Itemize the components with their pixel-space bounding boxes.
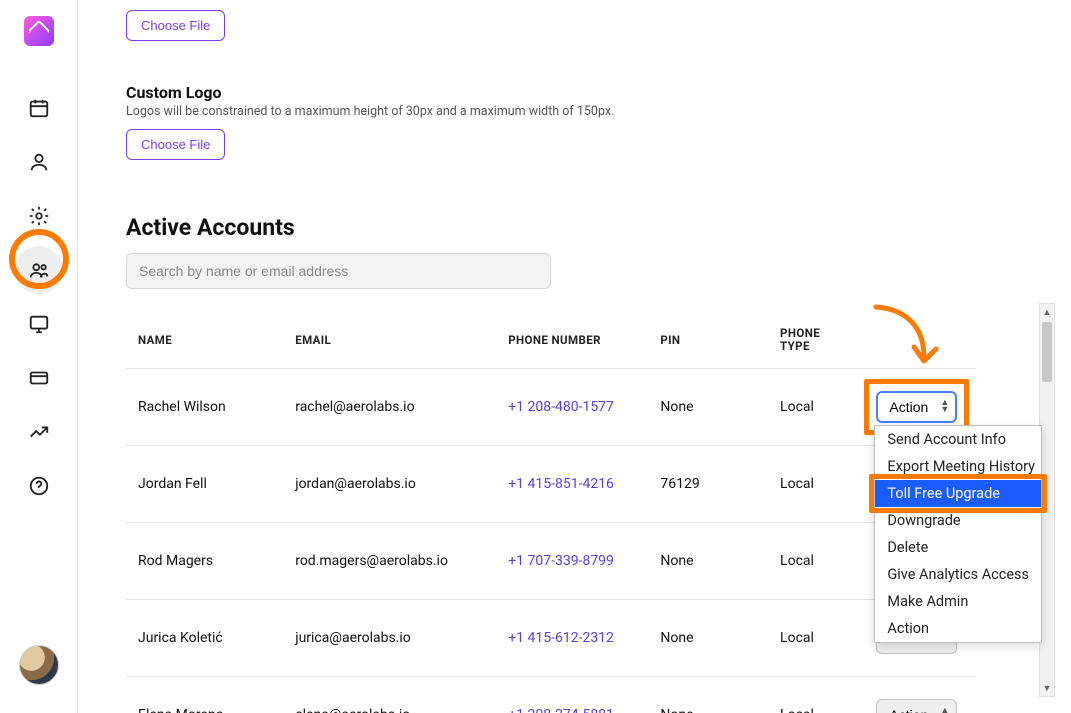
sidebar-item-help[interactable] (15, 462, 63, 510)
sidebar-item-trend[interactable] (15, 408, 63, 456)
sidebar-item-settings[interactable] (15, 192, 63, 240)
choose-file-button-favicon[interactable]: Choose File (126, 10, 225, 41)
table-row: Jurica Koletićjurica@aerolabs.io +1 415-6… (126, 600, 976, 677)
trend-icon (28, 421, 50, 443)
phone-link[interactable]: +1 707-339-8799 (508, 553, 614, 569)
cell-phone-type: Local (768, 677, 864, 713)
dropdown-item[interactable]: Give Analytics Access (875, 561, 1041, 588)
person-icon (28, 151, 50, 173)
phone-link[interactable]: +1 208-274-5881 (508, 707, 614, 713)
cell-pin: None (648, 369, 768, 446)
phone-link[interactable]: +1 208-480-1577 (508, 399, 614, 415)
dropdown-item[interactable]: Delete (875, 534, 1041, 561)
cell-phone: +1 415-851-4216 (496, 446, 648, 523)
cell-phone-type: Local (768, 600, 864, 677)
cell-name: Jurica Koletić (126, 600, 283, 677)
col-pin: PIN (648, 303, 768, 369)
scroll-down-button[interactable]: ▼ (1040, 680, 1054, 696)
sidebar-item-monitor[interactable] (15, 300, 63, 348)
cell-pin: 76129 (648, 446, 768, 523)
cell-email: elena@aerolabs.io (283, 677, 496, 713)
cell-phone-type: Local (768, 369, 864, 446)
action-select[interactable]: Action (876, 391, 957, 423)
cell-email: jurica@aerolabs.io (283, 600, 496, 677)
phone-link[interactable]: +1 415-851-4216 (508, 476, 614, 492)
accounts-table: NAME EMAIL PHONE NUMBER PIN PHONE TYPE R… (126, 303, 976, 713)
table-row: Elena Morenoelena@aerolabs.io +1 208-274-… (126, 677, 976, 713)
col-phone-type: PHONE TYPE (768, 303, 864, 369)
cell-phone: +1 208-480-1577 (496, 369, 648, 446)
col-action (864, 303, 976, 369)
scroll-up-button[interactable]: ▲ (1040, 304, 1054, 320)
cell-phone: +1 415-612-2312 (496, 600, 648, 677)
users-icon (28, 259, 50, 281)
cell-name: Rachel Wilson (126, 369, 283, 446)
sidebar (0, 0, 78, 713)
cell-phone: +1 707-339-8799 (496, 523, 648, 600)
gear-icon (28, 205, 50, 227)
col-name: NAME (126, 303, 283, 369)
sidebar-item-users[interactable] (15, 246, 63, 294)
search-input[interactable] (126, 253, 551, 289)
cell-name: Jordan Fell (126, 446, 283, 523)
cell-pin: None (648, 523, 768, 600)
table-header-row: NAME EMAIL PHONE NUMBER PIN PHONE TYPE (126, 303, 976, 369)
action-dropdown: Send Account InfoExport Meeting HistoryT… (874, 425, 1042, 643)
custom-logo-title: Custom Logo (126, 83, 1031, 102)
col-phone: PHONE NUMBER (496, 303, 648, 369)
app-logo[interactable] (24, 16, 54, 46)
table-row: Rod Magersrod.magers@aerolabs.io +1 707-3… (126, 523, 976, 600)
help-icon (28, 475, 50, 497)
col-email: EMAIL (283, 303, 496, 369)
dropdown-item[interactable]: Export Meeting History (875, 453, 1041, 480)
table-row: Rachel Wilsonrachel@aerolabs.io +1 208-48… (126, 369, 976, 446)
main-content: Choose File Custom Logo Logos will be co… (78, 0, 1071, 713)
dropdown-item[interactable]: Make Admin (875, 588, 1041, 615)
cell-action: Action▲▼ (864, 677, 976, 713)
action-select[interactable]: Action (876, 699, 957, 713)
cell-email: rod.magers@aerolabs.io (283, 523, 496, 600)
cell-name: Elena Moreno (126, 677, 283, 713)
accounts-title: Active Accounts (126, 214, 1031, 241)
sidebar-item-calendar[interactable] (15, 84, 63, 132)
cell-email: rachel@aerolabs.io (283, 369, 496, 446)
table-row: Jordan Felljordan@aerolabs.io +1 415-851-… (126, 446, 976, 523)
monitor-icon (28, 313, 50, 335)
calendar-icon (28, 97, 50, 119)
custom-logo-desc: Logos will be constrained to a maximum h… (126, 104, 1031, 119)
dropdown-item[interactable]: Action (875, 615, 1041, 642)
cell-phone-type: Local (768, 523, 864, 600)
scroll-thumb[interactable] (1042, 322, 1052, 382)
phone-link[interactable]: +1 415-612-2312 (508, 630, 614, 646)
card-icon (28, 367, 50, 389)
dropdown-item[interactable]: Toll Free Upgrade (875, 480, 1041, 507)
avatar[interactable] (19, 645, 59, 685)
sidebar-item-person[interactable] (15, 138, 63, 186)
cell-name: Rod Magers (126, 523, 283, 600)
cell-phone-type: Local (768, 446, 864, 523)
cell-phone: +1 208-274-5881 (496, 677, 648, 713)
cell-email: jordan@aerolabs.io (283, 446, 496, 523)
choose-file-button-logo[interactable]: Choose File (126, 129, 225, 160)
cell-pin: None (648, 600, 768, 677)
dropdown-item[interactable]: Send Account Info (875, 426, 1041, 453)
sidebar-item-card[interactable] (15, 354, 63, 402)
dropdown-item[interactable]: Downgrade (875, 507, 1041, 534)
cell-pin: None (648, 677, 768, 713)
